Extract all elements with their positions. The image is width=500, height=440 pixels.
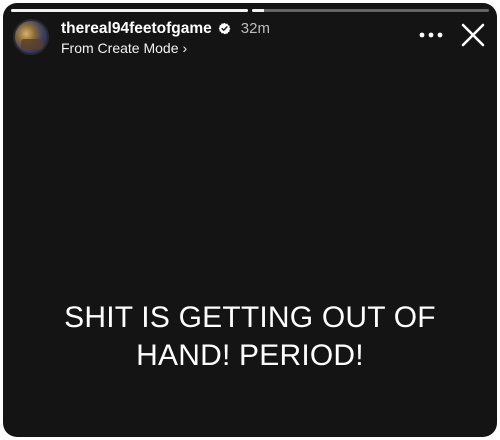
name-row: thereal94feetofgame 32m bbox=[61, 20, 270, 38]
progress-segment-1 bbox=[11, 9, 248, 12]
progress-fill-2 bbox=[252, 9, 264, 12]
screen-frame: thereal94feetofgame 32m From Create Mode… bbox=[0, 0, 500, 440]
more-options-icon[interactable] bbox=[417, 23, 445, 47]
create-mode-link[interactable]: From Create Mode › bbox=[61, 41, 270, 55]
story-viewer[interactable]: thereal94feetofgame 32m From Create Mode… bbox=[3, 3, 497, 437]
chevron-right-icon: › bbox=[182, 39, 188, 56]
username[interactable]: thereal94feetofgame bbox=[61, 21, 212, 37]
progress-segment-2 bbox=[252, 9, 489, 12]
story-text: SHIT IS GETTING OUT OF HAND! PERIOD! bbox=[64, 301, 436, 372]
create-mode-label: From Create Mode bbox=[61, 39, 179, 56]
story-meta: thereal94feetofgame 32m From Create Mode… bbox=[61, 20, 270, 55]
verified-badge-icon bbox=[218, 22, 231, 35]
post-time: 32m bbox=[240, 20, 270, 37]
story-header: thereal94feetofgame 32m From Create Mode… bbox=[13, 17, 270, 57]
progress-fill-1 bbox=[11, 9, 248, 12]
close-icon[interactable] bbox=[458, 20, 488, 50]
story-progress-bar bbox=[11, 9, 489, 12]
avatar[interactable] bbox=[13, 19, 49, 55]
